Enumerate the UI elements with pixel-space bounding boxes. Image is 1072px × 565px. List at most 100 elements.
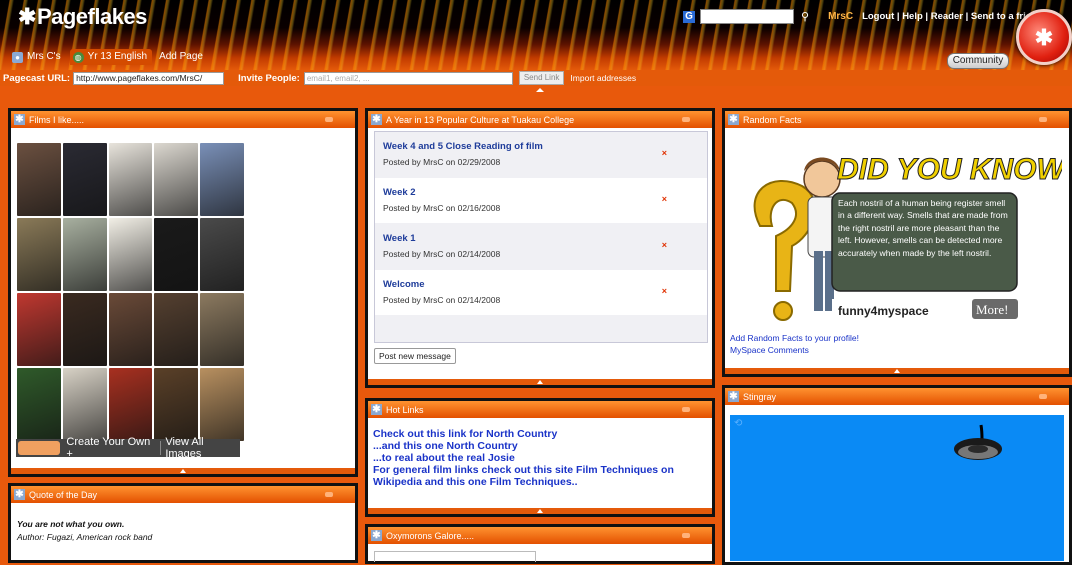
random-facts-flake: ✱ Random Facts DID YOU KNOW ? Each nostr…: [722, 108, 1072, 377]
film-poster[interactable]: [200, 368, 244, 441]
pagecast-url-field[interactable]: http://www.pageflakes.com/MrsC/: [73, 71, 225, 85]
film-poster[interactable]: [62, 218, 107, 291]
collapse-arrow-icon[interactable]: [537, 509, 543, 513]
invite-email-field[interactable]: email1, email2, ...: [303, 71, 513, 85]
collapse-arrow-icon[interactable]: [536, 88, 544, 92]
flake-title: Oxymorons Galore.....: [386, 530, 475, 541]
message-title[interactable]: Welcome: [383, 279, 707, 290]
delete-icon[interactable]: ×: [662, 240, 667, 250]
film-poster[interactable]: [62, 293, 107, 366]
film-poster[interactable]: [200, 143, 244, 216]
message-title[interactable]: Week 4 and 5 Close Reading of film: [383, 141, 707, 152]
myspace-comments-link[interactable]: MySpace Comments: [730, 344, 859, 356]
minimize-icon[interactable]: [682, 117, 690, 122]
message-title[interactable]: Week 2: [383, 187, 707, 198]
film-poster[interactable]: [154, 218, 199, 291]
flake-titlebar[interactable]: ✱ Films I like.....: [11, 111, 355, 128]
film-poster[interactable]: [200, 218, 244, 291]
random-facts-links: Add Random Facts to your profile! MySpac…: [730, 332, 859, 356]
delete-icon[interactable]: ×: [662, 148, 667, 158]
view-all-images-link[interactable]: View All Images: [165, 436, 240, 460]
flake-titlebar[interactable]: ✱ Oxymorons Galore.....: [368, 527, 712, 544]
did-you-know-headline: DID YOU KNOW ?: [837, 153, 1062, 186]
culture-flake: ✱ A Year in 13 Popular Culture at Tuakau…: [365, 108, 715, 388]
message-item[interactable]: Week 4 and 5 Close Reading of film Poste…: [375, 132, 707, 177]
flake-resize-bar[interactable]: [368, 508, 712, 514]
reload-icon[interactable]: ⟲: [734, 418, 742, 429]
more-button[interactable]: More!: [976, 302, 1009, 317]
message-byline: Posted by MrsC on 02/16/2008: [383, 203, 501, 213]
tab-label: Add Page: [159, 51, 203, 62]
film-poster[interactable]: [17, 368, 61, 441]
hot-link[interactable]: For general film links check out this si…: [373, 464, 713, 488]
flake-resize-bar[interactable]: [11, 468, 355, 474]
import-addresses-link[interactable]: Import addresses: [570, 73, 636, 83]
film-poster[interactable]: [154, 143, 199, 216]
delete-icon[interactable]: ×: [662, 286, 667, 296]
film-poster[interactable]: [108, 218, 153, 291]
flake-titlebar[interactable]: ✱ Stingray: [725, 388, 1069, 405]
hot-link[interactable]: ...to real about the real Josie: [373, 452, 713, 464]
flake-resize-bar[interactable]: [368, 379, 712, 385]
minimize-icon[interactable]: [325, 117, 333, 122]
delete-icon[interactable]: ×: [662, 194, 667, 204]
send-link-button[interactable]: Send Link: [518, 71, 565, 85]
film-poster[interactable]: [108, 143, 153, 216]
film-poster[interactable]: [62, 368, 107, 441]
pageflakes-badge-icon[interactable]: ✱: [1016, 9, 1072, 65]
stingray-game-area[interactable]: ⟲: [730, 415, 1064, 561]
collapse-arrow-icon[interactable]: [180, 469, 186, 473]
pageflakes-logo[interactable]: ✱Pageflakes: [18, 4, 147, 30]
post-new-message-button[interactable]: Post new message: [374, 348, 456, 364]
create-your-own-link[interactable]: Create Your Own +: [66, 436, 156, 460]
flake-titlebar[interactable]: ✱ Random Facts: [725, 111, 1069, 128]
collapse-arrow-icon[interactable]: [537, 380, 543, 384]
did-you-know-image[interactable]: DID YOU KNOW ? Each nostril of a human b…: [732, 131, 1062, 327]
page-tabs: ● Mrs C's ◍ Yr 13 English Add Page: [9, 49, 208, 65]
flake-titlebar[interactable]: ✱ Quote of the Day: [11, 486, 355, 503]
film-poster[interactable]: [62, 143, 107, 216]
add-page-button[interactable]: Add Page: [156, 49, 208, 65]
search-icon[interactable]: ⚲: [801, 10, 809, 23]
flake-icon: ✱: [14, 489, 25, 500]
hot-link[interactable]: ...and this one North Country: [373, 440, 713, 452]
hot-link[interactable]: Check out this link for North Country: [373, 428, 713, 440]
flake-resize-bar[interactable]: [725, 368, 1069, 374]
film-poster[interactable]: [108, 368, 153, 441]
film-poster[interactable]: [200, 293, 244, 366]
minimize-icon[interactable]: [682, 407, 690, 412]
film-poster[interactable]: [17, 218, 61, 291]
flake-title: A Year in 13 Popular Culture at Tuakau C…: [386, 114, 575, 125]
message-item[interactable]: Week 1 Posted by MrsC on 02/14/2008 ×: [375, 224, 707, 269]
tab-label: Yr 13 English: [87, 51, 148, 62]
flake-icon: ✱: [371, 114, 382, 125]
google-icon[interactable]: G: [683, 10, 695, 23]
message-title[interactable]: Week 1: [383, 233, 707, 244]
community-button[interactable]: Community: [947, 53, 1009, 69]
tab-label: Mrs C's: [27, 51, 61, 62]
username[interactable]: MrsC: [828, 11, 853, 22]
minimize-icon[interactable]: [1039, 394, 1047, 399]
stingray-icon[interactable]: [938, 423, 1008, 463]
add-to-profile-link[interactable]: Add Random Facts to your profile!: [730, 332, 859, 344]
flake-titlebar[interactable]: ✱ A Year in 13 Popular Culture at Tuakau…: [368, 111, 712, 128]
film-poster[interactable]: [17, 143, 61, 216]
film-poster-grid[interactable]: [17, 143, 244, 441]
collapse-arrow-icon[interactable]: [894, 369, 900, 373]
minimize-icon[interactable]: [325, 492, 333, 497]
flake-titlebar[interactable]: ✱ Hot Links: [368, 401, 712, 418]
message-item[interactable]: Welcome Posted by MrsC on 02/14/2008 ×: [375, 270, 707, 315]
search-input[interactable]: [700, 9, 794, 24]
tab-mrs-cs[interactable]: ● Mrs C's: [9, 49, 66, 65]
tab-yr13-english[interactable]: ◍ Yr 13 English: [69, 49, 153, 65]
film-poster[interactable]: [154, 293, 199, 366]
minimize-icon[interactable]: [1039, 117, 1047, 122]
message-byline: Posted by MrsC on 02/14/2008: [383, 249, 501, 259]
minimize-icon[interactable]: [682, 533, 690, 538]
account-links[interactable]: Logout | Help | Reader | Send to a frien…: [862, 11, 1043, 22]
message-item[interactable]: Week 2 Posted by MrsC on 02/16/2008 ×: [375, 178, 707, 223]
film-poster[interactable]: [108, 293, 153, 366]
film-poster[interactable]: [154, 368, 199, 441]
film-poster[interactable]: [17, 293, 61, 366]
pagecast-bar: Pagecast URL: http://www.pageflakes.com/…: [0, 70, 1072, 86]
